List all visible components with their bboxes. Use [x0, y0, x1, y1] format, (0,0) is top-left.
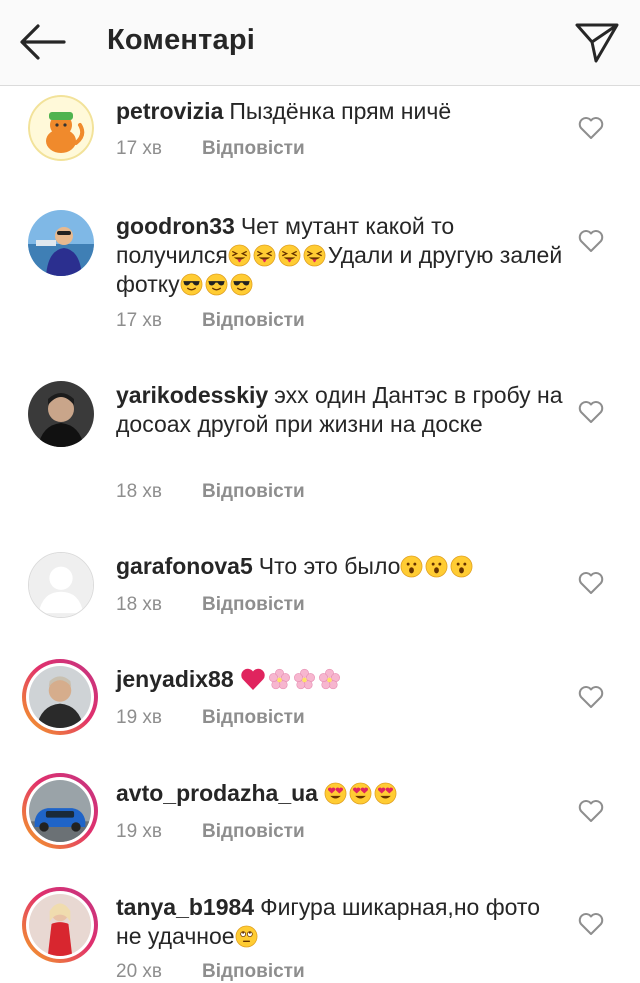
avatar — [29, 780, 91, 842]
heart-eyes-face-emoji — [324, 782, 347, 805]
reply-button[interactable]: Відповісти — [202, 821, 305, 842]
comment-time: 19 хв — [116, 821, 163, 842]
comment-username[interactable]: goodron33 — [116, 213, 235, 239]
comment-username[interactable]: yarikodesskiy — [116, 382, 268, 408]
like-heart-icon[interactable] — [578, 799, 604, 823]
comment-time: 20 хв — [116, 961, 163, 982]
comment-meta: 17 хв Відповісти — [116, 310, 305, 332]
comment-time: 19 хв — [116, 707, 163, 728]
cherry-blossom-emoji — [318, 668, 341, 691]
comment-username[interactable]: garafonova5 — [116, 553, 253, 579]
comment-meta: 20 хв Відповісти — [116, 961, 305, 983]
sunglasses-face-emoji — [180, 273, 203, 296]
comment-text: tanya_b1984 Фигура шикарная,но фото не уд… — [116, 893, 566, 951]
like-heart-icon[interactable] — [578, 912, 604, 936]
cat-illustration-avatar — [28, 95, 94, 161]
reply-button[interactable]: Відповісти — [202, 481, 305, 502]
comment-text: goodron33 Чет мутант какой то получился Уд… — [116, 212, 566, 299]
cherry-blossom-emoji — [293, 668, 316, 691]
default-user-avatar — [29, 553, 93, 617]
comment-text: avto_prodazha_ua — [116, 779, 566, 808]
avatar-inner — [26, 891, 94, 959]
woman-photo-avatar — [29, 894, 91, 956]
avatar-inner — [26, 777, 94, 845]
header-bar: Коментарі — [0, 0, 640, 86]
comment-body: Что это было — [258, 553, 401, 579]
like-heart-icon[interactable] — [578, 571, 604, 595]
reply-button[interactable]: Відповісти — [202, 594, 305, 615]
comment-body: Пыздёнка прям ничё — [229, 98, 452, 124]
comment-meta: 18 хв Відповісти — [116, 481, 305, 503]
red-heart-emoji — [240, 667, 266, 691]
comment-time: 17 хв — [116, 310, 163, 331]
back-button[interactable] — [18, 22, 66, 62]
comment-time: 18 хв — [116, 594, 163, 615]
avatar[interactable] — [28, 552, 94, 618]
like-heart-icon[interactable] — [578, 116, 604, 140]
avatar-story-ring[interactable] — [22, 659, 98, 735]
astonished-face-emoji — [400, 555, 423, 578]
comment-text: petrovizia Пыздёнка прям ничё — [116, 97, 566, 126]
avatar-story-ring[interactable] — [22, 887, 98, 963]
squinting-tongue-face-emoji — [303, 244, 326, 267]
avatar — [29, 666, 91, 728]
arrow-left-icon — [20, 24, 66, 60]
avatar-inner — [26, 663, 94, 731]
heart-eyes-face-emoji — [349, 782, 372, 805]
blue-car-avatar — [29, 780, 91, 842]
comment-meta: 18 хв Відповісти — [116, 594, 305, 616]
avatar-story-ring[interactable] — [22, 773, 98, 849]
comment-text: jenyadix88 — [116, 665, 566, 694]
comment-meta: 17 хв Відповісти — [116, 138, 305, 160]
like-heart-icon[interactable] — [578, 400, 604, 424]
man-at-sea-avatar — [28, 210, 94, 276]
cherry-blossom-emoji — [268, 668, 291, 691]
squinting-tongue-face-emoji — [228, 244, 251, 267]
paper-plane-icon — [575, 23, 619, 63]
man-portrait-avatar — [28, 381, 94, 447]
comment-text: garafonova5 Что это было — [116, 552, 566, 581]
comment-username[interactable]: jenyadix88 — [116, 666, 234, 692]
astonished-face-emoji — [425, 555, 448, 578]
avatar[interactable] — [28, 381, 94, 447]
comment-time: 18 хв — [116, 481, 163, 502]
avatar[interactable] — [28, 210, 94, 276]
sunglasses-face-emoji — [230, 273, 253, 296]
comment-username[interactable]: petrovizia — [116, 98, 223, 124]
reply-button[interactable]: Відповісти — [202, 310, 305, 331]
share-button[interactable] — [574, 20, 620, 66]
comment-time: 17 хв — [116, 138, 163, 159]
sunglasses-face-emoji — [205, 273, 228, 296]
heart-eyes-face-emoji — [374, 782, 397, 805]
avatar[interactable] — [28, 95, 94, 161]
reply-button[interactable]: Відповісти — [202, 707, 305, 728]
comment-meta: 19 хв Відповісти — [116, 821, 305, 843]
comment-username[interactable]: avto_prodazha_ua — [116, 780, 318, 806]
man-photo-avatar — [29, 666, 91, 728]
face-with-rolling-eyes-emoji — [235, 925, 258, 948]
comment-meta: 19 хв Відповісти — [116, 707, 305, 729]
squinting-tongue-face-emoji — [278, 244, 301, 267]
reply-button[interactable]: Відповісти — [202, 961, 305, 982]
reply-button[interactable]: Відповісти — [202, 138, 305, 159]
like-heart-icon[interactable] — [578, 229, 604, 253]
comment-text: yarikodesskiy эхх один Дантэс в гробу на … — [116, 381, 566, 439]
avatar — [29, 894, 91, 956]
squinting-tongue-face-emoji — [253, 244, 276, 267]
astonished-face-emoji — [450, 555, 473, 578]
page-title: Коментарі — [107, 24, 256, 56]
comment-username[interactable]: tanya_b1984 — [116, 894, 254, 920]
like-heart-icon[interactable] — [578, 685, 604, 709]
